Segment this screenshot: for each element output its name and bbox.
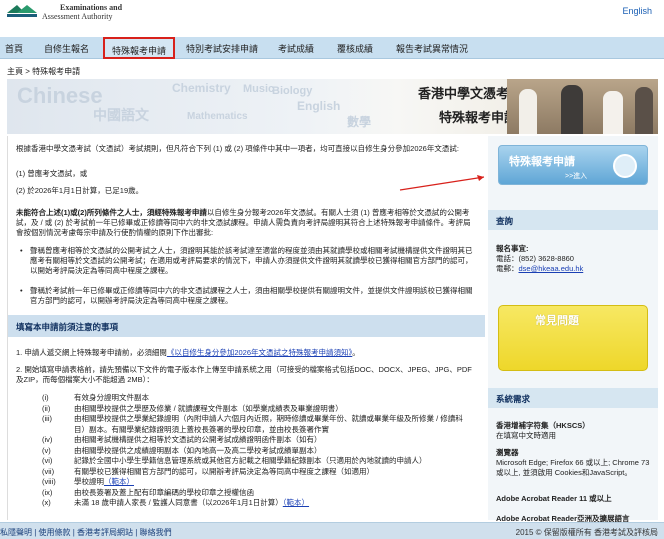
list-item: (i) 有效身分證明文件副本 bbox=[42, 393, 149, 402]
breadcrumb: 主頁 > 特殊報考申請 bbox=[7, 67, 81, 76]
notes-section-title: 填寫本申請前須注意的事項 bbox=[16, 322, 119, 332]
reader-requirement: Adobe Acrobat Reader 11 或以上 bbox=[496, 494, 612, 503]
school-cert-template-link[interactable]: （範本） bbox=[104, 477, 134, 486]
bullet-exam: 聲稱曾應考相等於文憑試的公開考試之人士，須證明其能於該考試達至適當的程度並須由其… bbox=[20, 246, 474, 276]
main-nav: 首頁 自修生報名 特殊報考申請 特別考試安排申請 考試成績 覆核成績 報告考試異… bbox=[0, 37, 664, 59]
rule-paragraph: 未能符合上述(1)或(2)所列條件之人士，須經特殊報考申請以自修生身分報考202… bbox=[16, 208, 472, 238]
sysreq-header: 系統需求 bbox=[488, 388, 658, 408]
hkscs-title: 香港增補字符集（HKSCS） bbox=[496, 421, 590, 430]
banner-subtitle: 特殊報考申請 bbox=[439, 110, 518, 125]
list-item: (v) 由相關學校提供之成績證明副本（如內地高一及高二學校考試成績單副本） bbox=[42, 445, 322, 455]
banner-bg-word: English bbox=[297, 99, 341, 113]
email-label: 電郵： bbox=[496, 264, 519, 273]
footer-links[interactable]: 私隱聲明 | 使用條款 | 香港考評局網站 | 聯絡我們 bbox=[0, 527, 172, 538]
banner-bg-word: Biology bbox=[272, 85, 313, 97]
enquiry-label: 報名事宜: bbox=[496, 244, 529, 253]
email-link[interactable]: dse@hkeaa.edu.hk bbox=[519, 264, 584, 273]
intro-text: 根據香港中學文憑考試（文憑試）考試規則，但凡符合下列 (1) 或 (2) 項條件… bbox=[16, 144, 459, 153]
nav-private-candidate[interactable]: 自修生報名 bbox=[44, 42, 89, 55]
banner-bg-word: Chemistry bbox=[172, 81, 231, 95]
nav-special-arrangement[interactable]: 特別考試安排申請 bbox=[186, 42, 258, 55]
note1-suffix: 。 bbox=[352, 348, 360, 357]
note-2: 2. 開始填寫申請表格前，請先預備以下文件的電子版本作上傳至申請系統之用（可接受… bbox=[16, 365, 472, 384]
nav-rescoring[interactable]: 覆核成績 bbox=[337, 42, 373, 55]
logo-text: Examinations and Assessment Authority bbox=[42, 3, 122, 21]
footer-copyright: 2015 © 保留版權所有 香港考試及評核局 bbox=[515, 528, 658, 537]
sidebar: 特殊報考申請 >>進入 查詢 報名事宜: 電話：(852) 3628-8860 … bbox=[488, 136, 658, 523]
enquiry-email-line: 電郵：dse@hkeaa.edu.hk bbox=[496, 264, 654, 274]
enquiry-phone: 電話：(852) 3628-8860 bbox=[496, 254, 574, 263]
banner-bg-word: 中國語文 bbox=[93, 107, 149, 123]
top-header: Examinations and Assessment Authority En… bbox=[0, 0, 664, 30]
browser-title: 瀏覽器 bbox=[496, 448, 519, 457]
list-item: (vii) 有關學校已獲得相關官方部門的認可，以開辦考評局決定為等同高中程度之課程… bbox=[42, 466, 374, 476]
banner-bg-word: Chinese bbox=[17, 83, 103, 108]
document-list: (i) 有效身分證明文件副本 (ii) 由相關學校提供之學歷及修業 / 就讀課程文件… bbox=[42, 393, 472, 509]
logo-line1: Examinations and bbox=[60, 3, 123, 12]
nav-report-irregularity[interactable]: 報告考試異常情況 bbox=[396, 42, 468, 55]
note1-prefix: 1. 申請人遞交網上特殊報考申請前，必須細閱 bbox=[16, 348, 167, 357]
apply-button[interactable]: 特殊報考申請 >>進入 bbox=[498, 145, 648, 185]
hkeaa-logo[interactable] bbox=[5, 3, 39, 19]
nav-special-application[interactable]: 特殊報考申請 bbox=[103, 37, 176, 59]
nav-results[interactable]: 考試成績 bbox=[278, 42, 314, 55]
footer: 私隱聲明 | 使用條款 | 香港考評局網站 | 聯絡我們 2015 © 保留版權… bbox=[0, 522, 664, 539]
edit-icon bbox=[613, 154, 637, 178]
list-item: (x) 未滿 18 歲申請人家長 / 監護人同意書（以2026年1月1日計算）（範… bbox=[42, 498, 310, 507]
page-banner: Chinese 中國語文 Chemistry Music Biology Eng… bbox=[7, 79, 658, 134]
consent-template-link[interactable]: （範本） bbox=[283, 498, 309, 507]
bullet-course: 聲稱於考試前一年已修畢或正修讀等同中六的非文憑試課程之人士，須由相關學校提供有關… bbox=[20, 286, 474, 306]
main-content: 根據香港中學文憑考試（文憑試）考試規則，但凡符合下列 (1) 或 (2) 項條件… bbox=[7, 136, 485, 520]
rule-lead: 未能符合上述(1)或(2)所列條件之人士， bbox=[16, 208, 147, 217]
rule-bold: 須經特殊報考申請 bbox=[146, 208, 207, 217]
list-item: (viii) 學校證明（範本） bbox=[42, 477, 134, 486]
hkscs-desc: 在填寫中文時適用 bbox=[496, 431, 556, 440]
apply-button-sub: >>進入 bbox=[565, 173, 588, 180]
banner-bg-word: Music bbox=[243, 83, 275, 95]
sysreq-title: 系統需求 bbox=[496, 394, 531, 404]
list-item: (ii) 由相關學校提供之學歷及修業 / 就讀課程文件副本（如學業成績表及畢業證明… bbox=[42, 403, 343, 413]
browser-desc: Microsoft Edge; Firefox 66 或以上; Chrome 7… bbox=[496, 458, 650, 477]
students-photo bbox=[507, 79, 658, 134]
enquiry-header: 查詢 bbox=[488, 210, 658, 230]
guidelines-link[interactable]: 《以自修生身分參加2026年文憑試之特殊報考申請須知》 bbox=[167, 348, 352, 357]
notes-section-header: 填寫本申請前須注意的事項 bbox=[8, 315, 485, 337]
enquiry-title: 查詢 bbox=[496, 216, 514, 226]
list-item: (iv) 由相關考試機構提供之相等於文憑試的公開考試成績證明函件副本（如有） bbox=[42, 435, 322, 444]
note-1: 1. 申請人遞交網上特殊報考申請前，必須細閱《以自修生身分參加2026年文憑試之… bbox=[16, 348, 472, 358]
list-item: (iii) 由相關學校提供之學業紀錄證明（內附申請人六個月內近照，期時修讀或畢業年… bbox=[42, 414, 463, 434]
language-switch-link[interactable]: English bbox=[622, 6, 652, 16]
nav-home[interactable]: 首頁 bbox=[5, 42, 23, 55]
logo-line2: Assessment Authority bbox=[42, 12, 113, 21]
list-item: (vi) 記錄於全國中小學生學籍信息管理系統或其他官方記載之相關學籍紀錄副本（只適… bbox=[42, 456, 427, 465]
banner-bg-word: 數學 bbox=[347, 115, 372, 129]
banner-bg-word: Mathematics bbox=[187, 111, 248, 122]
list-item: (ix) 由校長簽署及蓋上配有印章編碼的學校印章之授權信函 bbox=[42, 487, 254, 497]
faq-button[interactable]: 常見問題 bbox=[498, 305, 648, 371]
annotation-arrow bbox=[399, 175, 485, 191]
faq-label: 常見問題 bbox=[535, 315, 579, 327]
apply-button-label: 特殊報考申請 bbox=[509, 156, 575, 168]
